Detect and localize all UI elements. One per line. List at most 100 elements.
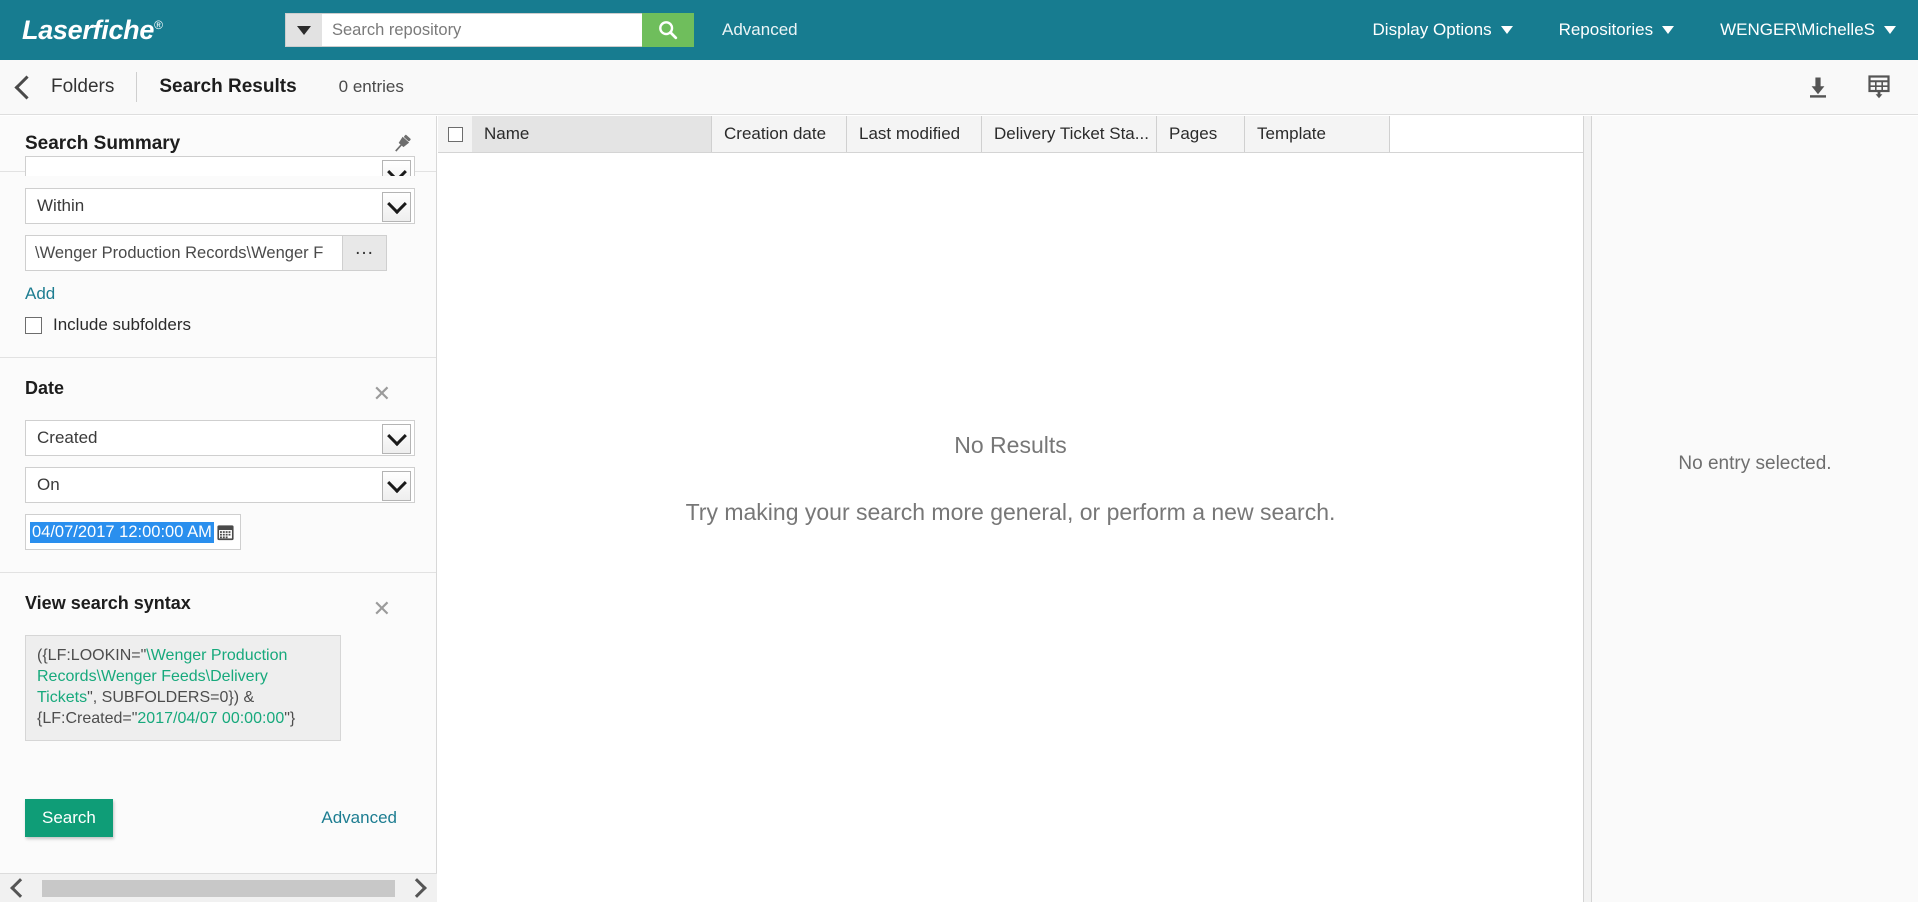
browse-folder-button[interactable]: ... bbox=[343, 235, 387, 271]
app-header: Laserfiche® Advanced Display Options Rep… bbox=[0, 0, 1918, 60]
search-button[interactable]: Search bbox=[25, 798, 113, 837]
column-header-last-modified[interactable]: Last modified bbox=[847, 116, 982, 152]
search-scope-dropdown-button[interactable] bbox=[285, 13, 322, 47]
search-panel-footer: Search Advanced bbox=[0, 789, 436, 846]
date-section: Date ✕ Created On 04/07/2017 12:00:00 AM bbox=[0, 358, 436, 573]
scope-select[interactable]: Within bbox=[25, 188, 415, 224]
left-panel-horizontal-scrollbar[interactable] bbox=[0, 873, 437, 902]
chevron-right-icon bbox=[407, 878, 427, 898]
date-section-header: Date ✕ bbox=[25, 358, 411, 420]
chevron-down-icon bbox=[382, 192, 411, 222]
folder-path-input[interactable] bbox=[25, 235, 343, 271]
chevron-down-icon bbox=[1884, 26, 1896, 34]
empty-results-message: No Results Try making your search more g… bbox=[438, 116, 1583, 902]
repositories-menu[interactable]: Repositories bbox=[1559, 20, 1675, 40]
no-entry-selected-text: No entry selected. bbox=[1678, 453, 1832, 474]
user-account-menu[interactable]: WENGER\MichelleS bbox=[1720, 20, 1896, 40]
date-field-value: Created bbox=[37, 428, 98, 447]
pin-panel-button[interactable] bbox=[390, 132, 414, 156]
header-menus: Display Options Repositories WENGER\Mich… bbox=[1327, 20, 1918, 40]
column-header-label: Creation date bbox=[724, 124, 827, 143]
search-summary-panel: Search Summary Within ... Add bbox=[0, 116, 437, 873]
include-subfolders-checkbox[interactable] bbox=[25, 316, 42, 334]
date-field-select[interactable]: Created bbox=[25, 420, 415, 456]
breadcrumb-toolbar: Folders Search Results 0 entries bbox=[0, 60, 1918, 115]
column-header-label: Delivery Ticket Sta... bbox=[994, 124, 1149, 143]
column-header-label: Template bbox=[1257, 124, 1326, 143]
close-icon[interactable]: ✕ bbox=[373, 384, 391, 406]
chevron-down-icon bbox=[382, 160, 411, 176]
folder-scope-section: Within ... Add Include subfolders bbox=[0, 156, 436, 358]
syntax-segment: ({LF:LOOKIN=" bbox=[37, 647, 147, 664]
chevron-down-icon bbox=[382, 424, 411, 454]
scroll-left-button[interactable] bbox=[0, 878, 40, 898]
results-table-header: Name Creation date Last modified Deliver… bbox=[438, 116, 1583, 153]
column-header-filler bbox=[1390, 116, 1583, 152]
panel-splitter[interactable] bbox=[1583, 116, 1592, 902]
column-header-label: Pages bbox=[1169, 124, 1218, 143]
column-header-name[interactable]: Name bbox=[472, 116, 712, 152]
syntax-segment-highlight: 2017/04/07 00:00:00 bbox=[137, 710, 285, 728]
chevron-down-icon bbox=[382, 471, 411, 501]
entry-details-panel: No entry selected. bbox=[1592, 116, 1918, 902]
column-header-delivery-ticket-status[interactable]: Delivery Ticket Sta... bbox=[982, 116, 1157, 152]
date-operator-select[interactable]: On bbox=[25, 467, 415, 503]
search-icon bbox=[659, 21, 678, 40]
brand-registered-mark: ® bbox=[154, 17, 163, 32]
display-options-label: Display Options bbox=[1372, 20, 1492, 39]
select-all-checkbox[interactable] bbox=[447, 126, 463, 142]
syntax-segment: "} bbox=[284, 710, 296, 728]
repositories-label: Repositories bbox=[1558, 20, 1654, 39]
date-value-input[interactable]: 04/07/2017 12:00:00 AM bbox=[25, 514, 241, 550]
calendar-icon bbox=[217, 524, 234, 540]
export-table-button[interactable] bbox=[1866, 74, 1892, 100]
entry-count-label: 0 entries bbox=[338, 77, 404, 96]
advanced-search-link[interactable]: Advanced bbox=[722, 20, 798, 40]
results-area: Name Creation date Last modified Deliver… bbox=[438, 116, 1583, 902]
brand-text: Laserfiche bbox=[22, 14, 155, 45]
close-icon[interactable]: ✕ bbox=[373, 599, 391, 621]
calendar-picker-button[interactable] bbox=[216, 523, 235, 542]
search-syntax-section: View search syntax ✕ ({LF:LOOKIN="\Wenge… bbox=[0, 573, 436, 763]
empty-results-subtitle: Try making your search more general, or … bbox=[685, 499, 1336, 525]
download-button[interactable] bbox=[1806, 75, 1830, 99]
empty-results-title: No Results bbox=[954, 432, 1067, 458]
scope-select-value: Within bbox=[37, 196, 85, 215]
column-header-creation-date[interactable]: Creation date bbox=[712, 116, 847, 152]
scrollbar-thumb[interactable] bbox=[42, 879, 395, 897]
chevron-down-icon bbox=[1500, 26, 1513, 34]
search-syntax-header: View search syntax ✕ bbox=[25, 573, 411, 635]
search-syntax-title: View search syntax bbox=[25, 593, 191, 613]
chevron-down-icon bbox=[297, 25, 311, 35]
scrolled-select-clipped[interactable] bbox=[25, 156, 415, 176]
breadcrumb-folders-link[interactable]: Folders bbox=[51, 76, 114, 98]
column-header-pages[interactable]: Pages bbox=[1157, 116, 1245, 152]
page-title: Search Results bbox=[159, 76, 297, 97]
chevron-down-icon bbox=[1662, 26, 1675, 34]
select-all-header-cell[interactable] bbox=[438, 116, 472, 152]
global-search bbox=[285, 13, 694, 47]
toolbar-actions bbox=[1770, 74, 1918, 100]
include-subfolders-row[interactable]: Include subfolders bbox=[25, 315, 411, 335]
add-folder-link[interactable]: Add bbox=[25, 284, 55, 304]
download-icon bbox=[1810, 77, 1826, 98]
search-submit-button[interactable] bbox=[642, 13, 694, 47]
chevron-left-icon bbox=[10, 878, 30, 898]
column-header-label: Last modified bbox=[859, 124, 961, 143]
advanced-search-panel-link[interactable]: Advanced bbox=[321, 808, 397, 828]
chevron-left-icon[interactable] bbox=[14, 74, 39, 100]
date-operator-value: On bbox=[37, 475, 60, 494]
search-input[interactable] bbox=[322, 13, 642, 47]
app-logo: Laserfiche® bbox=[0, 15, 285, 46]
date-section-title: Date bbox=[25, 378, 65, 398]
include-subfolders-label: Include subfolders bbox=[53, 315, 191, 334]
scroll-right-button[interactable] bbox=[397, 878, 437, 898]
display-options-menu[interactable]: Display Options bbox=[1373, 20, 1513, 40]
folder-path-row: ... bbox=[25, 235, 411, 271]
export-table-icon bbox=[1868, 75, 1890, 99]
pin-icon bbox=[395, 134, 411, 152]
user-account-label: WENGER\MichelleS bbox=[1720, 20, 1875, 39]
search-syntax-textarea[interactable]: ({LF:LOOKIN="\Wenger Production Records\… bbox=[25, 635, 341, 742]
column-header-template[interactable]: Template bbox=[1245, 116, 1390, 152]
breadcrumb-divider bbox=[136, 72, 138, 102]
